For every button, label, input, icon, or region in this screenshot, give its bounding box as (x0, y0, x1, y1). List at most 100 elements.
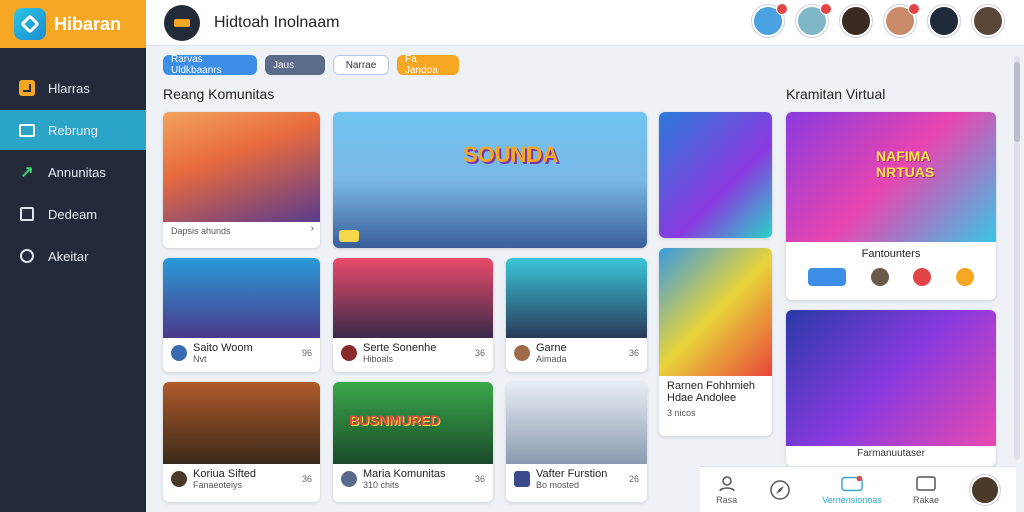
community-card[interactable]: Koriua Sifted Fanaeoteiys 36 (163, 382, 320, 502)
sidebar-nav: Hlarras Rebrung ↗ Annunitas Dedeam Akeit… (0, 68, 146, 276)
card-title: Garne (536, 342, 567, 354)
chat-icon (18, 247, 36, 265)
card-image (659, 112, 772, 238)
community-card[interactable]: Saito Woom Nvt 96 (163, 258, 320, 372)
notification-avatar[interactable] (752, 3, 788, 37)
game-card[interactable]: Rarnen Fohhmieh Hdae Andolee 3 nicos (659, 248, 772, 436)
app-name: Hibaran (54, 13, 122, 34)
avatar[interactable] (884, 3, 920, 37)
avatar[interactable] (840, 5, 872, 37)
card-count: 36 (474, 474, 485, 484)
bottom-item-label: Rasa (716, 494, 738, 505)
card-subtitle: Hdae Andolee (667, 392, 737, 404)
sidebar-item-label: Rebrung (48, 122, 98, 138)
sidebar-item-akeitar[interactable]: Akeitar (0, 236, 146, 276)
sidebar-item-annunitas[interactable]: ↗ Annunitas (0, 152, 146, 192)
scrollbar[interactable] (1014, 56, 1020, 460)
virtual-card[interactable]: Farmanuutaser (786, 310, 996, 466)
card-image (659, 248, 772, 376)
video-icon (514, 471, 530, 487)
card-image: NAFIMA NRTUAS (786, 112, 996, 242)
user-avatar[interactable] (970, 474, 1001, 505)
card-count: 96 (301, 348, 312, 358)
card-subtitle: Hiboals (363, 354, 394, 364)
bottom-item-label: Rakae (913, 494, 940, 505)
avatar (341, 471, 357, 487)
card-title: Maria Komunitas (363, 468, 446, 480)
sidebar-item-label: Dedeam (48, 206, 98, 222)
card-image (333, 258, 493, 338)
section-title-left: Reang Komunitas (163, 86, 275, 102)
chip-filter[interactable]: Jaus (265, 55, 325, 75)
card-title: Farmanuutaser (857, 448, 925, 459)
bottom-item-compass[interactable] (769, 479, 791, 500)
avatar[interactable] (870, 268, 889, 286)
sidebar: Hibaran Hlarras Rebrung ↗ Annunitas Dede… (0, 0, 146, 512)
avatar (171, 471, 187, 487)
card-count: 36 (301, 474, 312, 484)
card-image: BUSNMURED (333, 382, 493, 464)
community-card[interactable]: Vafter Furstion Bo mosted 26 (506, 382, 647, 502)
chip-filter[interactable]: Narrae (333, 55, 389, 75)
card-title: Koriua Sifted (193, 468, 256, 480)
card-subtitle: Nvt (193, 354, 207, 364)
scrollbar-thumb[interactable] (1014, 62, 1020, 142)
card-image (506, 382, 647, 464)
virtual-event-card[interactable]: NAFIMA NRTUAS Fantounters (786, 112, 996, 300)
live-icon (841, 475, 863, 493)
share-icon[interactable] (808, 268, 847, 286)
bottom-item-rasa[interactable]: Rasa (716, 475, 738, 505)
heart-icon[interactable] (913, 268, 932, 286)
card-count: 3 nicos (667, 408, 696, 418)
card-subtitle: Aimada (536, 354, 567, 364)
card-image (163, 112, 320, 222)
community-card[interactable]: Serte Sonenhe Hiboals 36 (333, 258, 493, 372)
bottom-item-rakae[interactable]: Rakae (913, 475, 939, 505)
card-image (163, 382, 320, 464)
square-icon (18, 205, 36, 223)
people-icon (716, 475, 738, 493)
star-icon[interactable] (955, 268, 974, 286)
logo-icon (14, 8, 46, 40)
topbar-avatars (752, 3, 1004, 37)
avatar (341, 345, 357, 361)
avatar (171, 345, 187, 361)
card-title: Serte Sonenhe (363, 342, 437, 354)
card-subtitle: Fanaeoteiys (193, 480, 243, 490)
community-card[interactable]: BUSNMURED Maria Komunitas 310 chits 36 (333, 382, 493, 502)
virtual-card[interactable] (659, 112, 772, 238)
page-title: Hidtoah Inolnaam (214, 13, 340, 31)
community-card[interactable]: Garne Aimada 36 (506, 258, 647, 372)
media-icon[interactable] (164, 4, 200, 41)
card-subtitle: Bo mosted (536, 480, 580, 490)
topbar: Hidtoah Inolnaam (146, 0, 1024, 46)
chevron-right-icon[interactable]: › (311, 223, 314, 234)
card-title: Rarnen Fohhmieh (667, 380, 756, 392)
sidebar-item-rebrung[interactable]: Rebrung (0, 110, 146, 150)
ticket-icon (339, 230, 359, 242)
card-image (506, 258, 647, 338)
notification-avatar[interactable] (796, 3, 832, 37)
sidebar-item-dedeam[interactable]: Dedeam (0, 194, 146, 234)
card-count: 26 (628, 474, 639, 484)
arrow-icon: ↗ (20, 164, 34, 181)
user-avatar[interactable] (972, 5, 1004, 37)
brand-header[interactable]: Hibaran (0, 0, 146, 48)
card-banner: NAFIMA NRTUAS (876, 148, 935, 180)
chip-filter[interactable]: Fa Jandoa (397, 54, 459, 76)
bottom-item-live[interactable]: Vernensionoas (822, 475, 882, 505)
bottom-bar: Rasa Vernensionoas Rakae (700, 466, 1016, 512)
filter-chips: Rarvas Uldkbaanrs Jaus Narrae Fa Jandoa (163, 54, 459, 76)
screen-icon (18, 121, 36, 139)
discord-icon[interactable] (928, 5, 960, 37)
featured-card[interactable]: SOUNDA (333, 112, 647, 248)
bottom-item-label: Vernensionoas (822, 494, 882, 505)
card-subtitle: 310 chits (363, 480, 400, 490)
card-title: Saito Woom (193, 342, 253, 354)
chip-filter[interactable]: Rarvas Uldkbaanrs (163, 54, 257, 76)
section-title-right: Kramitan Virtual (786, 86, 886, 102)
card-banner: SOUNDA (463, 142, 559, 167)
card-banner: BUSNMURED (349, 412, 440, 428)
sidebar-item-hlarras[interactable]: Hlarras (0, 68, 146, 108)
community-card[interactable]: Dapsis ahunds › (163, 112, 320, 248)
